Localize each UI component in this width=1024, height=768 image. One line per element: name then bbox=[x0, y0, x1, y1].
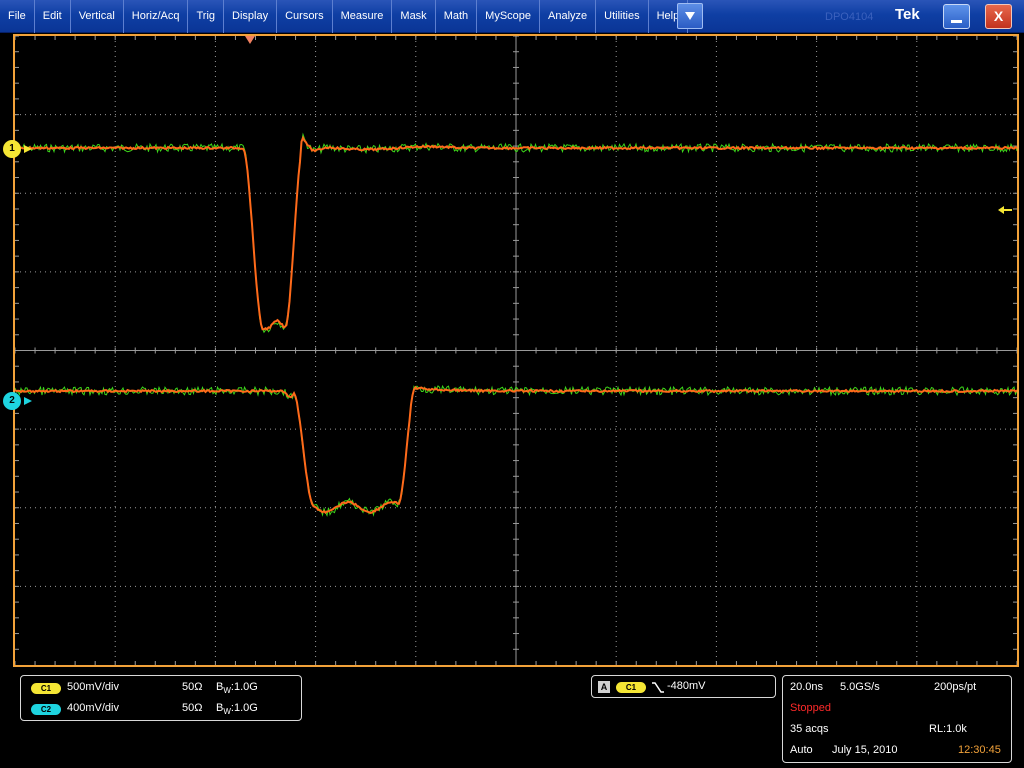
menu-utilities[interactable]: Utilities bbox=[596, 0, 649, 33]
menu-horiz-acq[interactable]: Horiz/Acq bbox=[124, 0, 189, 33]
resolution: 200ps/pt bbox=[934, 681, 977, 693]
tek-logo: Tek bbox=[895, 6, 920, 23]
menu-myscope[interactable]: MyScope bbox=[477, 0, 541, 33]
menu-items: File Edit Vertical Horiz/Acq Trig Displa… bbox=[0, 0, 689, 33]
bw-subscript: W bbox=[223, 707, 231, 717]
menu-dropdown-button[interactable] bbox=[677, 3, 703, 29]
channel-readout-panel[interactable]: C1 500mV/div 50Ω BW:1.0G C2 400mV/div 50… bbox=[20, 675, 302, 721]
menu-analyze[interactable]: Analyze bbox=[540, 0, 597, 33]
channel-1-bandwidth: BW:1.0G bbox=[216, 681, 258, 695]
minimize-button[interactable] bbox=[943, 4, 970, 29]
trigger-mode-badge: A bbox=[598, 681, 610, 693]
menu-cursors[interactable]: Cursors bbox=[277, 0, 333, 33]
menu-bar: File Edit Vertical Horiz/Acq Trig Displa… bbox=[0, 0, 1024, 33]
acquisition-status: Stopped bbox=[790, 702, 831, 714]
menu-measure[interactable]: Measure bbox=[333, 0, 393, 33]
channel-2-marker[interactable]: 2 bbox=[3, 392, 21, 410]
record-length: RL:1.0k bbox=[929, 723, 967, 735]
sample-rate: 5.0GS/s bbox=[840, 681, 880, 693]
channel-1-impedance: 50Ω bbox=[182, 681, 203, 693]
acquisition-readout-panel[interactable]: 20.0ns 5.0GS/s 200ps/pt Stopped 35 acqs … bbox=[782, 675, 1012, 763]
acquisition-count: 35 acqs bbox=[790, 723, 829, 735]
channel-1-arrow-icon bbox=[24, 145, 32, 153]
channel-2-arrow-icon bbox=[24, 397, 32, 405]
menu-trig[interactable]: Trig bbox=[188, 0, 225, 33]
minimize-icon bbox=[951, 20, 962, 23]
falling-edge-icon bbox=[652, 682, 664, 693]
bw-value: :1.0G bbox=[230, 681, 258, 693]
channel-1-pill[interactable]: C1 bbox=[31, 683, 61, 694]
channel-2-pill[interactable]: C2 bbox=[31, 704, 61, 715]
channel-2-bandwidth: BW:1.0G bbox=[216, 702, 258, 716]
menu-file[interactable]: File bbox=[0, 0, 35, 33]
waveform-display[interactable] bbox=[15, 36, 1017, 665]
menu-display[interactable]: Display bbox=[224, 0, 278, 33]
chevron-down-icon bbox=[685, 12, 695, 20]
trigger-mode: Auto bbox=[790, 744, 813, 756]
trigger-readout-panel[interactable]: A C1 -480mV bbox=[591, 675, 776, 698]
time-per-div: 20.0ns bbox=[790, 681, 824, 693]
menu-vertical[interactable]: Vertical bbox=[71, 0, 124, 33]
channel-1-marker[interactable]: 1 bbox=[3, 140, 21, 158]
trigger-source-pill: C1 bbox=[616, 682, 646, 693]
menu-math[interactable]: Math bbox=[436, 0, 478, 33]
model-watermark: DPO4104 bbox=[825, 11, 874, 23]
menu-mask[interactable]: Mask bbox=[392, 0, 436, 33]
channel-1-scale: 500mV/div bbox=[67, 681, 119, 693]
channel-2-impedance: 50Ω bbox=[182, 702, 203, 714]
clock-time: 12:30:45 bbox=[958, 744, 1001, 756]
graticule-grid bbox=[15, 36, 1017, 665]
bw-subscript: W bbox=[223, 686, 231, 696]
trigger-level: -480mV bbox=[667, 680, 706, 692]
channel-2-scale: 400mV/div bbox=[67, 702, 119, 714]
bw-value: :1.0G bbox=[230, 702, 258, 714]
trigger-level-arrow-icon[interactable] bbox=[998, 206, 1012, 214]
close-button[interactable]: X bbox=[985, 4, 1012, 29]
date: July 15, 2010 bbox=[832, 744, 898, 756]
menu-edit[interactable]: Edit bbox=[35, 0, 71, 33]
trigger-position-marker[interactable] bbox=[245, 36, 255, 44]
